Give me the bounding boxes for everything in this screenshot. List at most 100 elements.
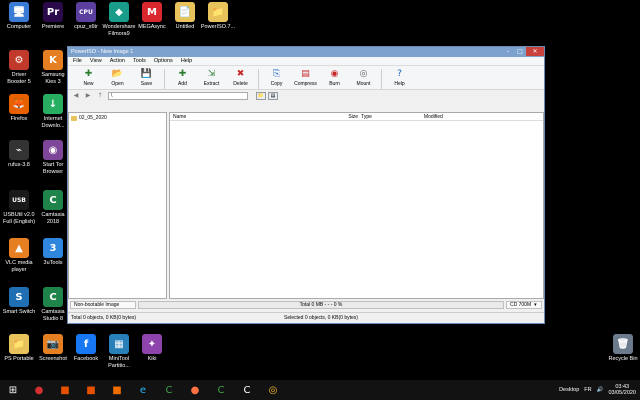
cpuz-icon: CPU — [76, 2, 96, 22]
minimize-icon[interactable]: – — [502, 47, 514, 56]
burn-button[interactable]: ◉ Burn — [320, 69, 349, 87]
compress-button[interactable]: ▤ Compress — [291, 69, 320, 87]
wondershare-icon: ◆ — [109, 2, 129, 22]
app-orange-3-icon[interactable]: ■ — [104, 380, 130, 400]
desktop-icon-vlc[interactable]: ▲ VLC media player — [2, 238, 36, 273]
desktop-icon-label: USBUtil v2.0 Full (English) — [2, 212, 36, 225]
extract-button[interactable]: ⇲ Extract — [197, 69, 226, 87]
back-icon[interactable]: ◀ — [72, 92, 80, 100]
mount-button[interactable]: ◎ Mount — [349, 69, 378, 87]
tree-root-node[interactable]: 02_05_2020 — [71, 115, 164, 121]
title-bar[interactable]: PowerISO - New Image 1 – □ ✕ — [68, 47, 544, 57]
add-icon: ✚ — [178, 69, 187, 79]
rufus-icon: ⌁ — [9, 140, 29, 160]
column-name[interactable]: Name — [173, 114, 186, 120]
desktop-icon-firefox[interactable]: 🦊 Firefox — [2, 94, 36, 123]
save-button[interactable]: 💾 Save — [132, 69, 161, 87]
menu-help[interactable]: Help — [181, 58, 192, 64]
camtasia-task-3-icon[interactable]: C — [234, 380, 260, 400]
column-size[interactable]: Size — [348, 114, 358, 120]
toolbar-separator — [381, 69, 382, 89]
desktop-icon-premiere[interactable]: Pr Premiere — [36, 2, 70, 31]
language-indicator[interactable]: FR — [584, 387, 591, 393]
burn-label: Burn — [329, 81, 340, 87]
volume-icon[interactable]: 🔊 — [597, 387, 604, 393]
desktop-icon-megasync[interactable]: M MEGAsync — [135, 2, 169, 31]
up-icon[interactable]: ↑ — [96, 92, 104, 100]
folder-tree[interactable]: 02_05_2020 — [68, 112, 167, 299]
file-list[interactable]: Name Size Type Modified — [169, 112, 544, 299]
poweriso-shortcut-icon: 📁 — [208, 2, 228, 22]
samsung-kies-icon: K — [43, 50, 63, 70]
desktop-icon-recycle-bin[interactable]: 🗑 Recycle Bin — [606, 334, 640, 363]
camtasia-task-1-icon[interactable]: C — [156, 380, 182, 400]
desktop-icon-smart-switch[interactable]: S Smart Switch — [2, 287, 36, 316]
column-modified[interactable]: Modified — [424, 114, 443, 120]
desktop-icon-label: Firefox — [10, 116, 28, 122]
computer-icon: 🖥 — [9, 2, 29, 22]
camtasia-task-2-icon[interactable]: C — [208, 380, 234, 400]
menu-file[interactable]: File — [73, 58, 82, 64]
add-button[interactable]: ✚ Add — [168, 69, 197, 87]
menu-view[interactable]: View — [90, 58, 102, 64]
desktop-icon-3utools[interactable]: 3 3uTools — [36, 238, 70, 267]
desktop-icon-label: Start Tor Browser — [42, 162, 64, 175]
app-orange-1-icon[interactable]: ■ — [52, 380, 78, 400]
desktop-icon-computer[interactable]: 🖥 Computer — [2, 2, 36, 31]
desktop-icon-camtasia-studio-8[interactable]: C Camtasia Studio 8 — [36, 287, 70, 322]
desktop-icon-camtasia-2018[interactable]: C Camtasia 2018 — [36, 190, 70, 225]
media-select[interactable]: CD 700M ▾ — [506, 301, 542, 309]
desktop-icon-label: 3uTools — [43, 260, 63, 266]
app-red-icon[interactable]: ● — [26, 380, 52, 400]
desktop-icon-internet-download[interactable]: ↓ Internet Downlo... — [36, 94, 70, 129]
help-label: Help — [394, 81, 405, 87]
folder-view-icon[interactable]: 📁 — [256, 91, 266, 100]
desktop-toolbar-label[interactable]: Desktop — [559, 387, 579, 393]
internet-explorer-icon[interactable]: e — [130, 380, 156, 400]
forward-icon[interactable]: ▶ — [84, 92, 92, 100]
disc-task-icon[interactable]: ◎ — [260, 380, 286, 400]
close-icon[interactable]: ✕ — [526, 47, 544, 56]
media-select-label: CD 700M — [510, 302, 532, 308]
desktop-icon-poweriso-shortcut[interactable]: 📁 PowerISO.7... — [201, 2, 235, 31]
desktop-icon-kiki[interactable]: ✦ Kiki — [135, 334, 169, 363]
save-label: Save — [140, 81, 153, 87]
menu-tools[interactable]: Tools — [133, 58, 146, 64]
compress-icon: ▤ — [301, 69, 310, 79]
kiki-icon: ✦ — [142, 334, 162, 354]
desktop-icon-wondershare[interactable]: ◆ Wondershare Filmora9 — [102, 2, 136, 37]
maximize-icon[interactable]: □ — [514, 47, 526, 56]
firefox-task-icon[interactable]: ● — [182, 380, 208, 400]
desktop-icon-samsung-kies[interactable]: K Samsung Kies 3 — [36, 50, 70, 85]
desktop-icon-tor-browser[interactable]: ◉ Start Tor Browser — [36, 140, 70, 175]
desktop-icon-rufus[interactable]: ⌁ rufus-3.8 — [2, 140, 36, 169]
clock[interactable]: 03:43 03/05/2020 — [608, 384, 636, 396]
address-input[interactable]: \ — [108, 91, 248, 100]
compress-label: Compress — [294, 81, 317, 87]
delete-button[interactable]: ✖ Delete — [226, 69, 255, 87]
desktop-icon-ps-portable[interactable]: 📁 PS Portable — [2, 334, 36, 363]
menu-options[interactable]: Options — [154, 58, 173, 64]
open-icon: 📂 — [111, 69, 124, 79]
desktop-icon-cpuz[interactable]: CPU cpuz_x6tr — [69, 2, 103, 31]
toolbar-separator — [164, 69, 165, 89]
app-orange-2-icon[interactable]: ■ — [78, 380, 104, 400]
menu-action[interactable]: Action — [110, 58, 125, 64]
help-button[interactable]: ? Help — [385, 69, 414, 87]
desktop-icon-label: cpuz_x6tr — [74, 24, 98, 30]
desktop-icon-facebook[interactable]: f Facebook — [69, 334, 103, 363]
copy-button[interactable]: ⎘ Copy — [262, 69, 291, 87]
vlc-icon: ▲ — [9, 238, 29, 258]
open-button[interactable]: 📂 Open — [103, 69, 132, 87]
desktop-icon-label: Driver Booster 5 — [7, 72, 31, 85]
list-header: Name Size Type Modified — [170, 113, 543, 121]
desktop-icon-driver-booster[interactable]: ⚙ Driver Booster 5 — [2, 50, 36, 85]
desktop-icon-untitled[interactable]: 📄 Untitled — [168, 2, 202, 31]
column-type[interactable]: Type — [361, 114, 372, 120]
list-view-icon[interactable]: ▤ — [268, 91, 278, 100]
start-icon[interactable]: ⊞ — [0, 380, 26, 400]
desktop-icon-screenshot[interactable]: 📷 Screenshot — [36, 334, 70, 363]
desktop-icon-usbutil[interactable]: USB USBUtil v2.0 Full (English) — [2, 190, 36, 225]
new-button[interactable]: ✚ New — [74, 69, 103, 87]
desktop-icon-minitool[interactable]: ▦ MiniTool Partitio... — [102, 334, 136, 369]
